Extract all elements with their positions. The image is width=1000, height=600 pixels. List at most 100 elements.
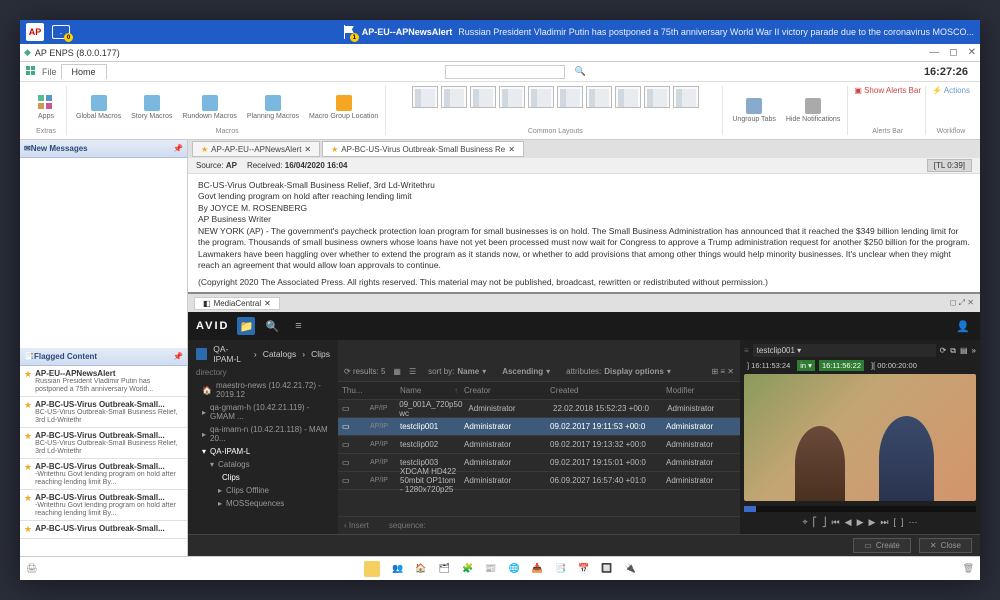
attributes-dropdown[interactable]: attributes: Display options ▾ bbox=[562, 366, 675, 377]
sync-icon[interactable]: ⟳ bbox=[940, 346, 947, 355]
layout-option[interactable] bbox=[528, 86, 554, 108]
clip-select[interactable]: testclip001 ▾ bbox=[753, 344, 936, 357]
breadcrumb[interactable]: QA-IPAM-L › Catalogs › Clips bbox=[192, 344, 334, 364]
planning-macros-button[interactable]: Planning Macros bbox=[244, 86, 302, 128]
table-row[interactable]: ▭AP/IPtestclip002Administrator09.02.2017… bbox=[338, 436, 740, 454]
skip-fwd-icon[interactable]: ⏭ bbox=[880, 517, 888, 528]
close-button[interactable]: ✕ Close bbox=[919, 538, 972, 553]
mark-in-icon[interactable]: ⎡ bbox=[813, 517, 818, 528]
story-tab-1[interactable]: ★AP-AP-EU--APNewsAlert ✕ bbox=[192, 141, 320, 157]
story-body[interactable]: BC-US-Virus Outbreak-Small Business Reli… bbox=[188, 174, 980, 292]
browse-icon[interactable]: 📁 bbox=[237, 317, 255, 335]
list-view-icon[interactable]: ☰ bbox=[409, 367, 416, 376]
layout-option[interactable] bbox=[673, 86, 699, 108]
flagged-content-header[interactable]: 📑 Flagged Content📌 bbox=[20, 348, 187, 366]
grid-view-icon[interactable]: ▦ bbox=[393, 367, 401, 376]
layout-toggle-icon[interactable]: ⊞ ≡ ✕ bbox=[711, 367, 734, 376]
tb-icon[interactable]: 🧩 bbox=[462, 563, 473, 574]
maximize-button[interactable]: ◻ bbox=[949, 47, 957, 58]
step-back-icon[interactable]: ◀ bbox=[845, 517, 852, 528]
tb-icon[interactable]: 📑 bbox=[555, 563, 566, 574]
trash-icon[interactable]: 🗑 bbox=[963, 563, 974, 574]
sort-direction[interactable]: Ascending ▾ bbox=[498, 366, 554, 377]
mc-directory-tree[interactable]: QA-IPAM-L › Catalogs › Clips directory 🏠… bbox=[188, 340, 338, 534]
table-row[interactable]: ▭AP/IPtestclip003Administrator09.02.2017… bbox=[338, 454, 740, 472]
tb-icon[interactable]: 🌐 bbox=[509, 563, 520, 574]
close-button[interactable]: ✕ bbox=[968, 47, 976, 58]
skip-back-icon[interactable]: ⏮ bbox=[832, 517, 840, 528]
tb-icon[interactable] bbox=[364, 561, 380, 577]
tb-icon[interactable]: 📰 bbox=[485, 563, 496, 574]
hide-notifications-button[interactable]: Hide Notifications bbox=[783, 86, 843, 135]
layout-option[interactable] bbox=[615, 86, 641, 108]
table-row[interactable]: ▭AP/IPtestclip001Administrator09.02.2017… bbox=[338, 418, 740, 436]
tb-icon[interactable]: 🗂 bbox=[439, 563, 450, 574]
new-messages-header[interactable]: ✉ New Messages📌 bbox=[20, 140, 187, 158]
minimize-button[interactable]: — bbox=[929, 47, 939, 58]
layout-option[interactable] bbox=[470, 86, 496, 108]
layout-option[interactable] bbox=[441, 86, 467, 108]
info-icon[interactable]: ▤ bbox=[960, 346, 968, 355]
flagged-item[interactable]: ★AP-BC-US-Virus Outbreak-Small...-Writet… bbox=[20, 490, 187, 521]
layout-option[interactable] bbox=[586, 86, 612, 108]
play-icon[interactable]: ▶ bbox=[857, 517, 864, 528]
layout-option[interactable] bbox=[412, 86, 438, 108]
flagged-item[interactable]: ★AP-BC-US-Virus Outbreak-Small... bbox=[20, 521, 187, 539]
flagged-item[interactable]: ★AP-EU--APNewsAlertRussian President Vla… bbox=[20, 366, 187, 397]
search-icon[interactable]: 🔍 bbox=[263, 317, 281, 335]
create-button[interactable]: ▭ Create bbox=[853, 538, 911, 553]
scrub-bar[interactable] bbox=[744, 506, 976, 512]
table-row[interactable]: ▭AP/IPXDCAM HD422 50mbit OP1tom - 1280x7… bbox=[338, 472, 740, 490]
flagged-item[interactable]: ★AP-BC-US-Virus Outbreak-Small...-Writet… bbox=[20, 459, 187, 490]
tab-home[interactable]: Home bbox=[61, 64, 107, 79]
tab-file[interactable]: File bbox=[42, 67, 57, 77]
story-tab-2[interactable]: ★AP-BC-US-Virus Outbreak-Small Business … bbox=[322, 141, 524, 157]
mark-out-icon[interactable]: ⎦ bbox=[822, 517, 827, 528]
view-icon[interactable]: ⧉ bbox=[950, 346, 956, 356]
mc-tab[interactable]: ◧ MediaCentral ✕ bbox=[194, 297, 280, 310]
tree-item[interactable]: 🏠maestro-news (10.42.21.72) - 2019.12 bbox=[192, 379, 334, 401]
tb-icon[interactable]: 📅 bbox=[578, 563, 589, 574]
tb-icon[interactable]: 👥 bbox=[392, 563, 403, 574]
goto-out-icon[interactable]: ] bbox=[901, 517, 904, 528]
tb-icon[interactable]: 📥 bbox=[532, 563, 543, 574]
ungroup-tabs-button[interactable]: Ungroup Tabs bbox=[729, 86, 778, 135]
show-alerts-bar-button[interactable]: ▣ Show Alerts Bar bbox=[854, 86, 921, 95]
video-preview[interactable] bbox=[744, 374, 976, 501]
step-fwd-icon[interactable]: ▶ bbox=[868, 517, 875, 528]
layout-option[interactable] bbox=[499, 86, 525, 108]
printer-icon[interactable]: 🖨 bbox=[26, 563, 37, 574]
flagged-item[interactable]: ★AP-BC-US-Virus Outbreak-Small...BC-US-V… bbox=[20, 397, 187, 428]
more-icon[interactable]: ⋯ bbox=[909, 517, 918, 528]
table-row[interactable]: ▭AP/IP09_001A_720p50 wcAdministrator22.0… bbox=[338, 400, 740, 418]
tree-item[interactable]: ▸qa-gmam-h (10.42.21.119) - GMAM ... bbox=[192, 401, 334, 423]
tree-item[interactable]: ▸MOSSequences bbox=[192, 497, 334, 510]
app-menu-icon[interactable] bbox=[26, 66, 38, 78]
rundown-macros-button[interactable]: Rundown Macros bbox=[179, 86, 239, 128]
story-macros-button[interactable]: Story Macros bbox=[128, 86, 175, 128]
actions-button[interactable]: ⚡ Actions bbox=[932, 86, 970, 95]
tree-item[interactable]: ▸Clips Offline bbox=[192, 484, 334, 497]
layout-option[interactable] bbox=[557, 86, 583, 108]
tree-item[interactable]: Clips bbox=[192, 471, 334, 484]
tb-icon[interactable]: 🏠 bbox=[415, 563, 426, 574]
tree-item[interactable]: ▾QA-IPAM-L bbox=[192, 445, 334, 458]
search-input[interactable] bbox=[445, 65, 565, 79]
tb-icon[interactable]: 🔌 bbox=[625, 563, 636, 574]
tree-item[interactable]: ▸qa-imam-n (10.42.21.118) - MAM 20... bbox=[192, 423, 334, 445]
global-macros-button[interactable]: Global Macros bbox=[73, 86, 124, 128]
alert-flag-button[interactable]: 1 bbox=[342, 25, 356, 39]
menu-icon[interactable]: ≡ bbox=[289, 317, 307, 335]
expand-icon[interactable]: » bbox=[972, 346, 976, 355]
flagged-item[interactable]: ★AP-BC-US-Virus Outbreak-Small...BC-US-V… bbox=[20, 428, 187, 459]
tb-icon[interactable]: 🔲 bbox=[601, 563, 612, 574]
layout-option[interactable] bbox=[644, 86, 670, 108]
tree-item[interactable]: ▾Catalogs bbox=[192, 458, 334, 471]
macro-group-location-button[interactable]: Macro Group Location bbox=[306, 86, 381, 128]
sort-by[interactable]: sort by: Name ▾ bbox=[424, 366, 490, 377]
user-icon[interactable]: 👤 bbox=[954, 317, 972, 335]
goto-in-icon[interactable]: [ bbox=[894, 517, 897, 528]
apps-button[interactable]: Apps bbox=[30, 86, 62, 128]
nav-icon[interactable]: ⌖ bbox=[802, 517, 807, 528]
mail-button[interactable]: 0 bbox=[52, 25, 70, 39]
